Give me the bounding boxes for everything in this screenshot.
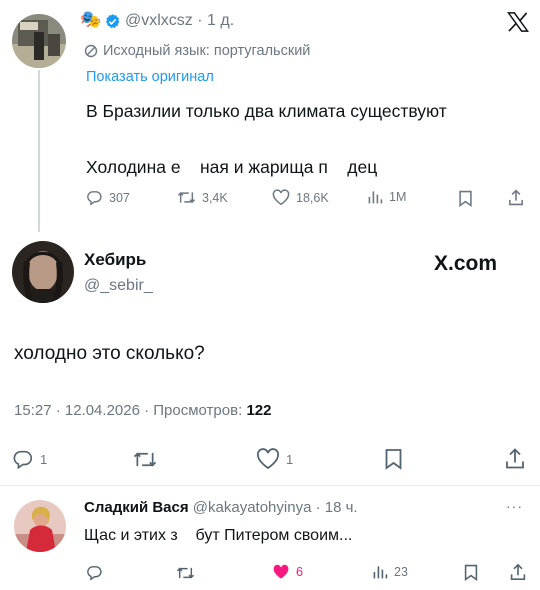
tweet3-text: Щас и этих з бут Питером своим... — [84, 527, 353, 544]
avatar-sebir[interactable] — [12, 241, 74, 303]
views-count: 1M — [389, 190, 407, 204]
tweet2-like-count: 1 — [286, 451, 294, 467]
views-icon — [373, 566, 388, 579]
divider — [0, 485, 540, 486]
avatar-sladkiy-vasya[interactable] — [14, 500, 66, 552]
tweet1-text-line2: Холодина е ная и жарища п дец — [86, 157, 378, 177]
tweet3-retweet-icon[interactable] — [176, 565, 195, 581]
tweet2-reply-action[interactable]: 1 — [12, 448, 47, 470]
tweet3-like-count: 6 — [296, 565, 303, 579]
tweet3-bookmark-icon[interactable] — [464, 564, 478, 581]
heart-icon — [256, 448, 280, 470]
tweet3-views-count: 23 — [394, 565, 408, 579]
heart-filled-icon — [273, 564, 289, 579]
source-language-label: Исходный язык: португальский — [103, 43, 311, 59]
mask-emoji-icon: 🎭 — [80, 10, 102, 29]
share-icon[interactable] — [508, 189, 524, 206]
tweet1-time[interactable]: 1 д. — [207, 12, 234, 29]
tweet3-share-icon[interactable] — [510, 563, 526, 581]
bookmark-icon[interactable] — [458, 190, 473, 207]
tweet1-handle[interactable]: @vxlxcsz — [125, 12, 193, 29]
verified-badge-icon — [105, 14, 120, 28]
translate-icon — [84, 44, 98, 58]
tweet2-share-icon[interactable] — [505, 447, 525, 470]
reply-icon — [87, 191, 102, 206]
more-options-icon[interactable]: ··· — [506, 498, 523, 514]
tweet2-bookmark-icon[interactable] — [384, 448, 403, 470]
separator: · — [315, 499, 321, 516]
retweet-count: 3,4K — [202, 190, 228, 205]
separator: · — [197, 12, 203, 29]
tweet3-like-action[interactable]: 6 — [272, 564, 303, 580]
like-count: 18,6K — [296, 190, 329, 205]
views-icon — [368, 191, 383, 204]
retweet-icon — [177, 192, 196, 203]
heart-icon — [272, 189, 290, 206]
tweet2-handle[interactable]: @_sebir_ — [84, 277, 153, 295]
reply-icon — [13, 450, 33, 470]
tweet2-author-name[interactable]: Хебирь — [84, 250, 146, 270]
tweet2-reply-count: 1 — [40, 451, 48, 467]
avatar-vxlxcsz[interactable] — [12, 14, 66, 68]
tweet3-reply-icon[interactable] — [86, 564, 103, 581]
tweet3-author-name[interactable]: Сладкий Вася — [84, 499, 189, 516]
retweet-action[interactable]: 3,4K — [177, 189, 228, 206]
views-action[interactable]: 1M — [367, 189, 406, 205]
reply-count: 307 — [109, 190, 130, 205]
tweet2-view-count: 122 — [246, 402, 272, 419]
tweet1-text-line1: В Бразилии только два климата существуют — [86, 101, 447, 121]
reply-action[interactable]: 307 — [86, 189, 130, 206]
thread-line — [38, 70, 40, 232]
tweet2-text: холодно это сколько? — [14, 343, 205, 364]
x-logo-icon[interactable] — [507, 12, 529, 32]
tweet3-time[interactable]: 18 ч. — [325, 499, 358, 516]
tweet3-handle[interactable]: @kakayatohyinya — [193, 499, 312, 516]
tweet2-retweet-icon[interactable] — [132, 449, 158, 470]
tweet3-views-action[interactable]: 23 — [372, 564, 408, 580]
tweet2-timestamp[interactable]: 15:27 · 12.04.2026 · Просмотров: — [14, 402, 242, 419]
xcom-watermark: X.com — [434, 252, 498, 275]
like-action[interactable]: 18,6K — [272, 189, 329, 206]
tweet2-like-action[interactable]: 1 — [256, 448, 293, 470]
show-original-link[interactable]: Показать оригинал — [86, 69, 214, 85]
